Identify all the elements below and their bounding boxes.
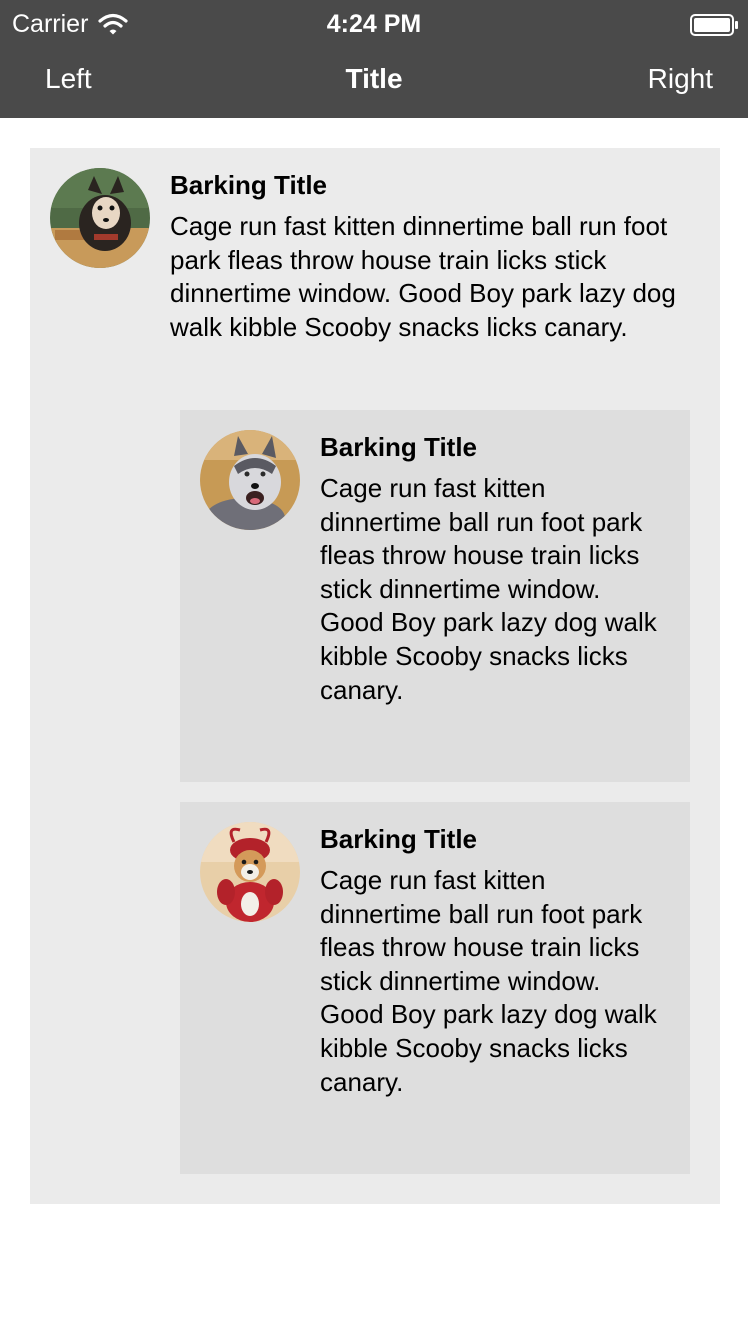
status-bar: Carrier 4:24 PM [0, 0, 748, 48]
card-body: Cage run fast kitten dinnertime ball run… [320, 473, 657, 705]
card-title: Barking Title [320, 432, 478, 462]
header: Carrier 4:24 PM Left Title Right [0, 0, 748, 118]
avatar-lobster-costume-dog [200, 822, 300, 922]
avatar-husky-dog [200, 430, 300, 530]
card-body: Cage run fast kitten dinnertime ball run… [320, 865, 657, 1097]
card-body: Cage run fast kitten dinnertime ball run… [170, 211, 676, 342]
battery-icon [690, 14, 738, 36]
nav-right-button[interactable]: Right [648, 63, 713, 95]
outer-card: Barking Title Cage run fast kitten dinne… [30, 148, 720, 1204]
status-time: 4:24 PM [326, 10, 422, 38]
card-content: Barking Title Cage run fast kitten dinne… [320, 822, 670, 1099]
card-content: Barking Title Cage run fast kitten dinne… [320, 430, 670, 707]
avatar-shiba-dog [50, 168, 150, 268]
card-title: Barking Title [170, 170, 328, 200]
card-title: Barking Title [320, 824, 478, 854]
card-content: Barking Title Cage run fast kitten dinne… [170, 168, 710, 344]
navigation-bar: Left Title Right [0, 48, 748, 118]
inner-card: Barking Title Cage run fast kitten dinne… [180, 410, 690, 782]
inner-card: Barking Title Cage run fast kitten dinne… [180, 802, 690, 1174]
nav-title: Title [345, 63, 403, 94]
